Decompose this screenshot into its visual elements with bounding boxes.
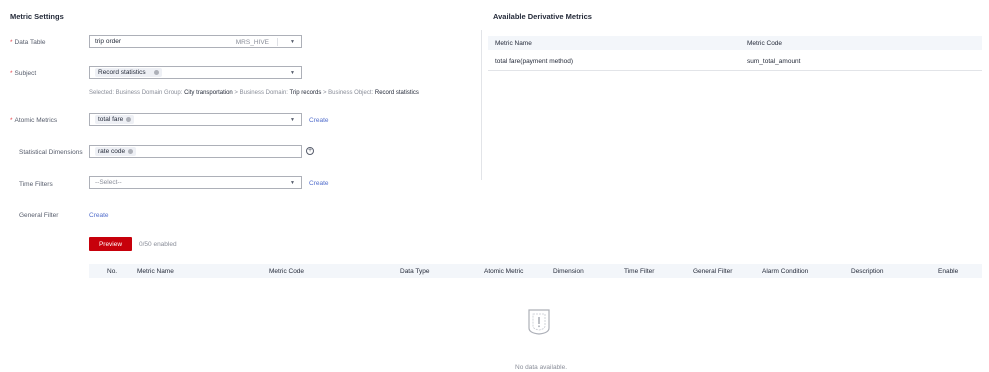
data-table-select[interactable]: trip order MRS_HIVE ▼ (89, 35, 302, 48)
atomic-metrics-create-link[interactable]: Create (309, 117, 329, 124)
select-divider (277, 38, 278, 46)
column-header: Data Type (400, 268, 430, 275)
atomic-metrics-label: * Atomic Metrics (10, 117, 58, 124)
column-header: Description (851, 268, 884, 275)
general-filter-label: General Filter (19, 212, 59, 219)
column-header: Metric Code (747, 40, 783, 47)
column-header: Metric Code (269, 268, 305, 275)
column-header: Alarm Condition (762, 268, 809, 275)
chevron-down-icon: ▼ (290, 39, 295, 45)
results-table-header: No. Metric Name Metric Code Data Type At… (89, 264, 982, 278)
column-header: Time Filter (624, 268, 655, 275)
derivative-metric-name: total fare(payment method) (495, 58, 574, 65)
add-circle-icon[interactable]: + (306, 147, 314, 155)
panel-divider (481, 30, 482, 180)
table-row[interactable]: total fare(payment method) sum_total_amo… (488, 52, 982, 70)
dimension-tag: rate code (95, 147, 137, 156)
required-mark: * (10, 70, 13, 77)
general-filter-create-link[interactable]: Create (89, 212, 109, 219)
statistical-dimensions-label: Statistical Dimensions (19, 149, 83, 156)
column-header: Enable (938, 268, 959, 275)
chevron-down-icon: ▼ (290, 70, 295, 76)
time-filters-select[interactable]: --Select-- ▼ (89, 176, 302, 189)
selected-path-hint: Selected: Business Domain Group: City tr… (89, 90, 419, 96)
subject-label: * Subject (10, 70, 37, 77)
statistical-dimensions-select[interactable]: rate code (89, 145, 302, 158)
column-header: No. (107, 268, 118, 275)
time-filters-placeholder: --Select-- (95, 179, 122, 186)
derivative-metric-code: sum_total_amount (747, 58, 801, 65)
chevron-down-icon: ▼ (290, 180, 295, 186)
row-divider (488, 70, 982, 71)
tag-remove-icon[interactable] (153, 70, 159, 75)
column-header: Dimension (553, 268, 584, 275)
empty-state-icon (525, 306, 553, 338)
time-filters-create-link[interactable]: Create (309, 180, 329, 187)
enabled-count: 0/50 enabled (139, 241, 177, 248)
data-table-value: trip order (95, 38, 122, 45)
subject-select[interactable]: Record statistics ▼ (89, 66, 302, 79)
subject-tag: Record statistics (95, 68, 162, 77)
metric-settings-title: Metric Settings (10, 12, 64, 21)
required-mark: * (10, 117, 13, 124)
data-table-label: * Data Table (10, 39, 46, 46)
derivative-metrics-title: Available Derivative Metrics (493, 12, 592, 21)
preview-button[interactable]: Preview (89, 237, 132, 251)
data-table-type-tag: MRS_HIVE (235, 39, 269, 46)
atomic-metrics-select[interactable]: total fare ▼ (89, 113, 302, 126)
tag-remove-icon[interactable] (126, 117, 132, 122)
atomic-metric-tag: total fare (95, 115, 135, 124)
time-filters-label: Time Filters (19, 181, 53, 188)
column-header: Metric Name (495, 40, 532, 47)
empty-state-text: No data available. (515, 364, 568, 371)
required-mark: * (10, 39, 13, 46)
chevron-down-icon: ▼ (290, 117, 295, 123)
tag-remove-icon[interactable] (128, 149, 134, 154)
column-header: Atomic Metric (484, 268, 524, 275)
column-header: General Filter (693, 268, 733, 275)
derivative-table-header: Metric Name Metric Code (488, 36, 982, 50)
column-header: Metric Name (137, 268, 174, 275)
